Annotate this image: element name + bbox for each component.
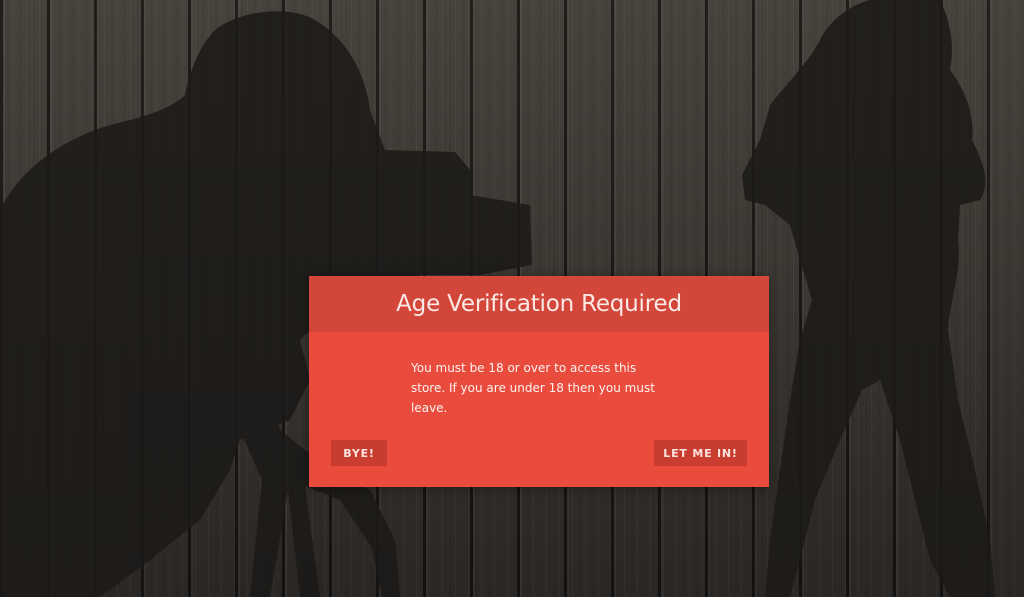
dialog-title: Age Verification Required: [396, 291, 682, 317]
woman-silhouette: [742, 0, 995, 597]
age-gate-page: Age Verification Required You must be 18…: [0, 0, 1024, 597]
dialog-message: You must be 18 or over to access this st…: [411, 361, 655, 415]
bye-button[interactable]: BYE!: [331, 440, 387, 466]
age-verification-dialog: Age Verification Required You must be 18…: [309, 276, 769, 487]
dialog-header: Age Verification Required: [309, 276, 769, 332]
let-me-in-button[interactable]: LET ME IN!: [654, 440, 747, 466]
